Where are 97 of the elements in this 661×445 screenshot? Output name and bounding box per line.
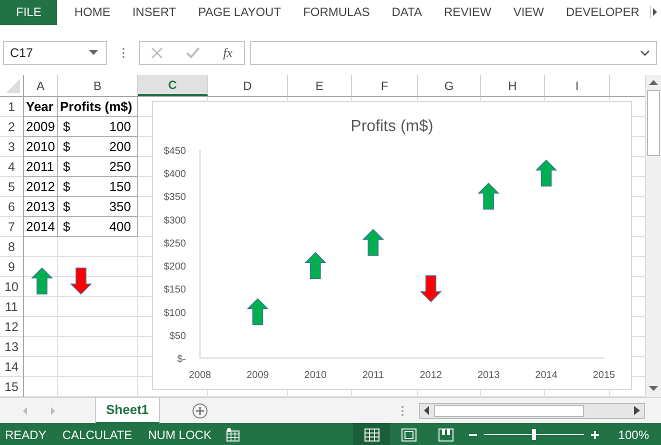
column-header[interactable]: H xyxy=(481,75,545,96)
scroll-thumb[interactable] xyxy=(647,90,660,156)
table-cell: 2009 xyxy=(24,117,58,137)
table-cell: 200 xyxy=(109,139,131,154)
currency-symbol: $ xyxy=(63,159,70,174)
currency-symbol: $ xyxy=(63,219,70,234)
currency-symbol: $ xyxy=(63,119,70,134)
table-cell: Profits (m$) xyxy=(58,97,138,117)
ribbon-tab[interactable]: INSERT xyxy=(121,0,188,25)
row-header[interactable]: 9 xyxy=(0,257,24,277)
ribbon-tab[interactable]: HOME xyxy=(63,0,122,25)
x-tick-label: 2015 xyxy=(592,370,616,381)
status-text: READY xyxy=(5,428,46,442)
y-tick-label: $100 xyxy=(164,308,186,319)
x-tick-label: 2011 xyxy=(362,370,384,381)
y-tick-label: $- xyxy=(177,354,186,365)
scroll-left-icon[interactable] xyxy=(424,406,430,415)
x-tick-label: 2010 xyxy=(304,370,327,381)
table-cell: 2011 xyxy=(24,157,58,177)
zoom-slider-thumb[interactable] xyxy=(532,429,536,440)
row-header[interactable]: 5 xyxy=(0,177,24,197)
insert-function-button[interactable]: fx xyxy=(223,45,233,61)
ribbon-tab[interactable]: PAGE LAYOUT xyxy=(187,0,292,25)
currency-symbol: $ xyxy=(63,199,70,214)
page-break-view-icon[interactable] xyxy=(438,428,454,442)
currency-symbol: $ xyxy=(63,179,70,194)
more-icon[interactable] xyxy=(122,47,125,59)
y-tick-label: $300 xyxy=(164,215,186,226)
formula-field[interactable] xyxy=(250,41,657,65)
column-header[interactable]: I xyxy=(545,75,610,96)
row-header[interactable]: 10 xyxy=(0,277,24,297)
row-header[interactable]: 6 xyxy=(0,197,24,217)
more-icon[interactable] xyxy=(400,404,404,416)
expand-icon[interactable] xyxy=(640,50,650,56)
x-tick-label: 2013 xyxy=(477,370,500,381)
row-header[interactable]: 13 xyxy=(0,337,24,357)
sheet-tab[interactable]: Sheet1 xyxy=(95,398,160,424)
name-box[interactable]: C17 xyxy=(3,41,107,65)
column-header[interactable]: G xyxy=(418,75,481,96)
vertical-scrollbar[interactable] xyxy=(645,75,661,397)
add-sheet-icon[interactable] xyxy=(192,402,208,418)
row-header[interactable]: 12 xyxy=(0,317,24,337)
y-tick-label: $50 xyxy=(169,330,186,342)
table-cell: 2013 xyxy=(24,197,58,217)
y-tick-label: $200 xyxy=(164,262,186,273)
page-layout-view-icon[interactable] xyxy=(400,428,417,442)
row-header[interactable]: 2 xyxy=(0,117,24,137)
y-tick-label: $450 xyxy=(164,146,186,157)
row-header[interactable]: 3 xyxy=(0,137,24,157)
scroll-up-icon[interactable] xyxy=(649,80,658,86)
ribbon-tab[interactable]: VIEW xyxy=(502,0,555,25)
ribbon-tab[interactable]: REVIEW xyxy=(432,0,502,25)
zoom-in-icon[interactable] xyxy=(590,430,600,440)
status-text: NUM LOCK xyxy=(148,428,212,442)
status-text: CALCULATE xyxy=(62,428,132,442)
ribbon-tab[interactable]: FORMULAS xyxy=(292,0,381,25)
column-header[interactable]: F xyxy=(352,75,418,96)
scroll-right-icon[interactable] xyxy=(634,406,640,415)
macro-recording-icon[interactable] xyxy=(226,428,240,442)
file-tab[interactable]: FILE xyxy=(0,0,58,25)
table-cell: 2010 xyxy=(24,137,58,157)
normal-view-icon[interactable] xyxy=(364,428,380,442)
table-cell: 100 xyxy=(109,119,131,134)
check-icon[interactable] xyxy=(186,47,200,59)
currency-symbol: $ xyxy=(63,139,70,154)
table-cell: Year xyxy=(24,97,58,117)
x-tick-label: 2012 xyxy=(420,370,442,381)
table-cell: 350 xyxy=(109,199,131,214)
row-header[interactable]: 11 xyxy=(0,297,24,317)
horizontal-scrollbar[interactable] xyxy=(418,402,645,418)
table-cell: 150 xyxy=(109,179,131,194)
x-tick-label: 2014 xyxy=(535,370,558,381)
row-header[interactable]: 1 xyxy=(0,97,24,117)
ribbon-tab[interactable]: DEVELOPER xyxy=(555,0,650,25)
column-header[interactable]: D xyxy=(208,75,288,96)
row-header[interactable]: 4 xyxy=(0,157,24,177)
column-header[interactable]: E xyxy=(288,75,352,96)
row-header[interactable]: 7 xyxy=(0,217,24,237)
table-cell: 400 xyxy=(109,219,131,234)
scroll-down-icon[interactable] xyxy=(649,386,658,392)
table-cell: 2012 xyxy=(24,177,58,197)
column-header[interactable]: C xyxy=(138,75,208,96)
table-cell: 250 xyxy=(109,159,131,174)
chart-title: Profits (m$) xyxy=(350,118,434,135)
row-header[interactable]: 14 xyxy=(0,357,24,377)
x-tick-label: 2008 xyxy=(188,370,212,381)
row-header[interactable]: 8 xyxy=(0,237,24,257)
y-tick-label: $250 xyxy=(164,238,186,250)
y-tick-label: $150 xyxy=(164,284,186,296)
table-cell: 2014 xyxy=(24,217,58,237)
y-tick-label: $350 xyxy=(164,192,186,204)
x-tick-label: 2009 xyxy=(246,370,269,381)
y-tick-label: $400 xyxy=(164,169,186,180)
scroll-thumb[interactable] xyxy=(434,404,584,416)
column-header[interactable]: A xyxy=(24,75,58,96)
zoom-level[interactable]: 100% xyxy=(618,428,649,442)
ribbon-tab[interactable]: DATA xyxy=(380,0,433,25)
